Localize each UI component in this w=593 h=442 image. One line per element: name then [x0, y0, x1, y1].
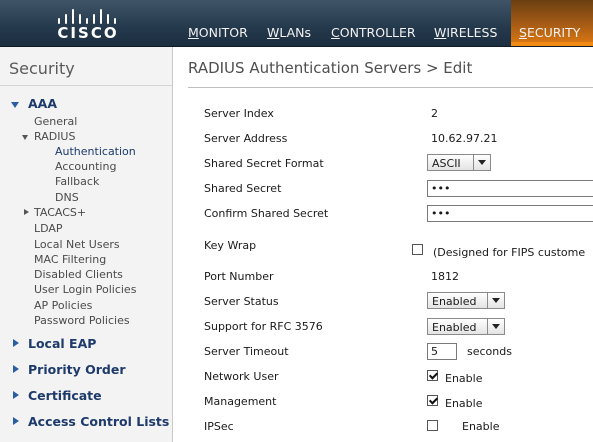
- sidebar-item-certificate[interactable]: Certificate: [28, 388, 102, 403]
- confirm-secret-label: Confirm Shared Secret: [204, 207, 329, 220]
- sidebar-item-disabled-clients[interactable]: Disabled Clients: [34, 268, 123, 281]
- sidebar-item-ap-policies[interactable]: AP Policies: [34, 299, 92, 312]
- nav-controller-label: CONTROLLER: [331, 25, 416, 40]
- sidebar-item-general[interactable]: General: [34, 115, 77, 128]
- sidebar-item-radius[interactable]: RADIUS: [34, 130, 75, 143]
- sidebar-item-tacacs[interactable]: TACACS+: [34, 206, 86, 219]
- sidebar-item-ldap[interactable]: LDAP: [34, 222, 63, 235]
- shared-secret-input[interactable]: •••: [427, 180, 593, 197]
- sidebar-item-dns[interactable]: DNS: [55, 191, 79, 204]
- server-status-label: Server Status: [204, 295, 279, 308]
- server-status-select[interactable]: Enabled: [427, 292, 505, 309]
- secret-format-label: Shared Secret Format: [204, 157, 324, 170]
- port-number-value: 1812: [431, 270, 459, 283]
- server-address-label: Server Address: [204, 132, 288, 145]
- secret-format-select[interactable]: ASCII: [427, 154, 491, 171]
- management-option: Enable: [445, 397, 483, 410]
- server-status-value: Enabled: [432, 295, 477, 308]
- nav-wireless-label: WIRELESS: [434, 25, 498, 40]
- management-checkbox[interactable]: [427, 395, 438, 406]
- sidebar-item-priority-order[interactable]: Priority Order: [28, 362, 126, 377]
- network-user-label: Network User: [204, 370, 279, 383]
- port-number-label: Port Number: [204, 270, 274, 283]
- tacacs-collapsed-icon[interactable]: [24, 209, 29, 215]
- sidebar-item-local-eap[interactable]: Local EAP: [28, 336, 96, 351]
- chevron-down-icon: [473, 155, 490, 170]
- page-title: RADIUS Authentication Servers > Edit: [188, 59, 473, 77]
- sidebar: Security AAA General RADIUS Authenticati…: [0, 47, 173, 442]
- sidebar-item-local-net-users[interactable]: Local Net Users: [34, 238, 120, 251]
- top-header: CISCO MONITOR WLANs CONTROLLER WIRELESS …: [0, 0, 593, 47]
- nav-controller[interactable]: CONTROLLER: [323, 0, 426, 46]
- nav-security-label: SECURITY: [519, 25, 581, 40]
- sidebar-item-fallback[interactable]: Fallback: [55, 175, 99, 188]
- aaa-expanded-icon[interactable]: [11, 102, 19, 108]
- sidebar-divider: [0, 85, 172, 86]
- cisco-wordmark: CISCO: [57, 24, 119, 42]
- sidebar-item-aaa[interactable]: AAA: [28, 96, 57, 111]
- ipsec-option: Enable: [462, 420, 500, 433]
- sidebar-item-authentication[interactable]: Authentication: [55, 145, 136, 158]
- radius-expanded-icon[interactable]: [22, 135, 28, 140]
- chevron-down-icon: [487, 319, 504, 334]
- server-index-label: Server Index: [204, 107, 274, 120]
- server-timeout-input[interactable]: 5: [427, 343, 457, 360]
- server-index-value: 2: [431, 107, 438, 120]
- sidebar-item-access-control-lists[interactable]: Access Control Lists: [28, 414, 169, 429]
- cisco-logo: CISCO: [52, 4, 124, 44]
- sidebar-item-user-login-policies[interactable]: User Login Policies: [34, 283, 136, 296]
- chevron-down-icon: [487, 293, 504, 308]
- nav-security[interactable]: SECURITY: [511, 0, 593, 46]
- priority-order-collapsed-icon[interactable]: [13, 365, 19, 373]
- sidebar-item-accounting[interactable]: Accounting: [55, 160, 116, 173]
- nav-wireless[interactable]: WIRELESS: [426, 0, 511, 46]
- acl-collapsed-icon[interactable]: [13, 417, 19, 425]
- network-user-checkbox[interactable]: [427, 370, 438, 381]
- cisco-bars-icon: [54, 4, 120, 24]
- network-user-option: Enable: [445, 372, 483, 385]
- nav-monitor[interactable]: MONITOR: [180, 0, 259, 46]
- ipsec-checkbox[interactable]: [427, 420, 438, 431]
- key-wrap-checkbox[interactable]: [412, 244, 423, 255]
- confirm-secret-input[interactable]: •••: [427, 205, 593, 222]
- nav-wlans-label: WLANs: [267, 25, 312, 40]
- server-timeout-label: Server Timeout: [204, 345, 289, 358]
- key-wrap-label: Key Wrap: [204, 239, 257, 252]
- title-divider: [188, 87, 593, 88]
- sidebar-title: Security: [9, 59, 75, 78]
- rfc3576-select[interactable]: Enabled: [427, 318, 505, 335]
- server-address-value: 10.62.97.21: [431, 132, 498, 145]
- key-wrap-note: (Designed for FIPS custome: [433, 246, 586, 259]
- shared-secret-label: Shared Secret: [204, 182, 282, 195]
- main-nav: MONITOR WLANs CONTROLLER WIRELESS SECURI…: [180, 0, 593, 46]
- nav-monitor-label: MONITOR: [188, 25, 248, 40]
- management-label: Management: [204, 395, 277, 408]
- server-timeout-unit: seconds: [467, 345, 512, 358]
- certificate-collapsed-icon[interactable]: [13, 391, 19, 399]
- sidebar-item-mac-filtering[interactable]: MAC Filtering: [34, 253, 106, 266]
- ipsec-label: IPSec: [204, 420, 234, 433]
- secret-format-value: ASCII: [432, 157, 461, 170]
- sidebar-item-password-policies[interactable]: Password Policies: [34, 314, 130, 327]
- local-eap-collapsed-icon[interactable]: [13, 339, 19, 347]
- nav-wlans[interactable]: WLANs: [259, 0, 323, 46]
- rfc3576-value: Enabled: [432, 321, 477, 334]
- rfc3576-label: Support for RFC 3576: [204, 320, 323, 333]
